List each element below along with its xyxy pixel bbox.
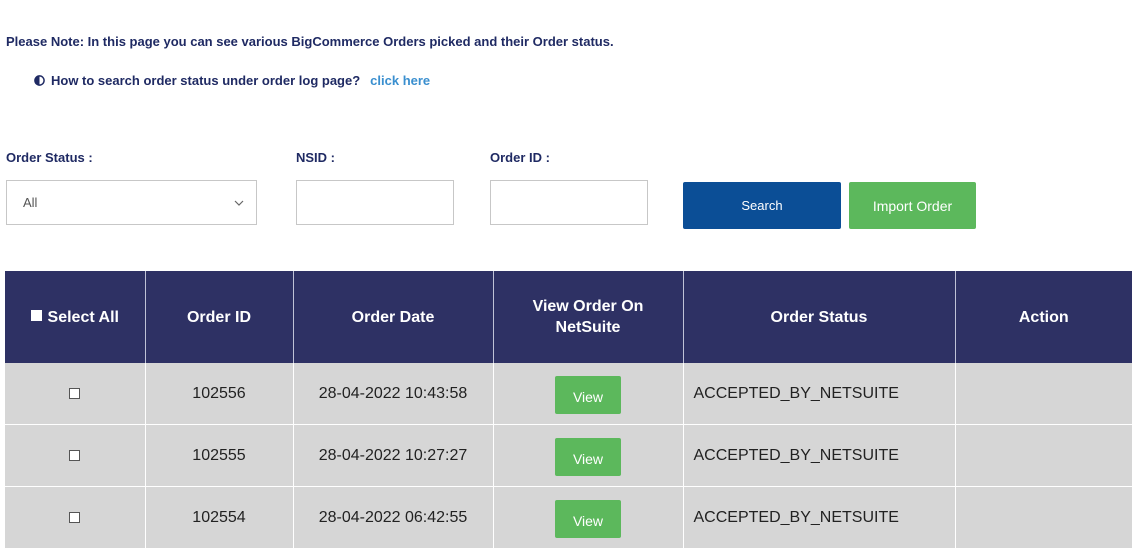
row-select-cell xyxy=(5,363,146,425)
view-button[interactable]: View xyxy=(555,375,621,414)
view-cell: View xyxy=(493,424,684,487)
order-status-select[interactable]: All xyxy=(6,180,257,225)
order-id-label: Order ID : xyxy=(490,150,550,165)
howto-line: How to search order status under order l… xyxy=(34,73,430,88)
row-checkbox[interactable] xyxy=(69,449,81,461)
order-date-cell: 28-04-2022 10:43:58 xyxy=(293,363,494,425)
order-date-cell: 28-04-2022 06:42:55 xyxy=(293,486,494,549)
order-log-page: Please Note: In this page you can see va… xyxy=(0,0,1132,553)
order-id-cell: 102556 xyxy=(145,363,294,425)
order-status-label: Order Status : xyxy=(6,150,93,165)
table-row: 102556 28-04-2022 10:43:58 View ACCEPTED… xyxy=(5,363,1132,425)
order-id-header: Order ID xyxy=(145,271,294,363)
click-here-link[interactable]: click here xyxy=(370,73,430,88)
half-circle-icon xyxy=(34,75,45,86)
page-note: Please Note: In this page you can see va… xyxy=(6,34,614,49)
order-status-header: Order Status xyxy=(683,271,956,363)
view-order-header: View Order On NetSuite xyxy=(493,271,684,363)
orders-table: Select All Order ID Order Date View Orde… xyxy=(5,271,1132,549)
order-status-value: All xyxy=(23,195,38,210)
import-order-button[interactable]: Import Order xyxy=(849,182,976,229)
search-button[interactable]: Search xyxy=(683,182,841,229)
order-date-cell: 28-04-2022 10:27:27 xyxy=(293,424,494,487)
view-button[interactable]: View xyxy=(555,499,621,538)
view-button[interactable]: View xyxy=(555,437,621,476)
order-status-cell: ACCEPTED_BY_NETSUITE xyxy=(683,486,956,549)
action-cell xyxy=(955,486,1132,549)
row-select-cell xyxy=(5,486,146,549)
chevron-down-icon xyxy=(234,200,244,206)
row-checkbox[interactable] xyxy=(69,387,81,399)
action-cell xyxy=(955,363,1132,425)
row-checkbox[interactable] xyxy=(69,511,81,523)
table-row: 102555 28-04-2022 10:27:27 View ACCEPTED… xyxy=(5,424,1132,487)
order-id-cell: 102554 xyxy=(145,486,294,549)
row-select-cell xyxy=(5,424,146,487)
table-header-row: Select All Order ID Order Date View Orde… xyxy=(5,271,1132,363)
select-all-checkbox[interactable] xyxy=(30,309,42,321)
order-status-cell: ACCEPTED_BY_NETSUITE xyxy=(683,363,956,425)
nsid-label: NSID : xyxy=(296,150,335,165)
order-id-input[interactable] xyxy=(490,180,648,225)
select-all-label: Select All xyxy=(47,308,119,326)
view-cell: View xyxy=(493,486,684,549)
action-header: Action xyxy=(955,271,1132,363)
nsid-input[interactable] xyxy=(296,180,454,225)
view-cell: View xyxy=(493,363,684,425)
order-status-cell: ACCEPTED_BY_NETSUITE xyxy=(683,424,956,487)
howto-text: How to search order status under order l… xyxy=(51,73,361,88)
select-all-header[interactable]: Select All xyxy=(5,271,146,363)
action-cell xyxy=(955,424,1132,487)
order-date-header: Order Date xyxy=(293,271,494,363)
table-row: 102554 28-04-2022 06:42:55 View ACCEPTED… xyxy=(5,486,1132,549)
order-id-cell: 102555 xyxy=(145,424,294,487)
